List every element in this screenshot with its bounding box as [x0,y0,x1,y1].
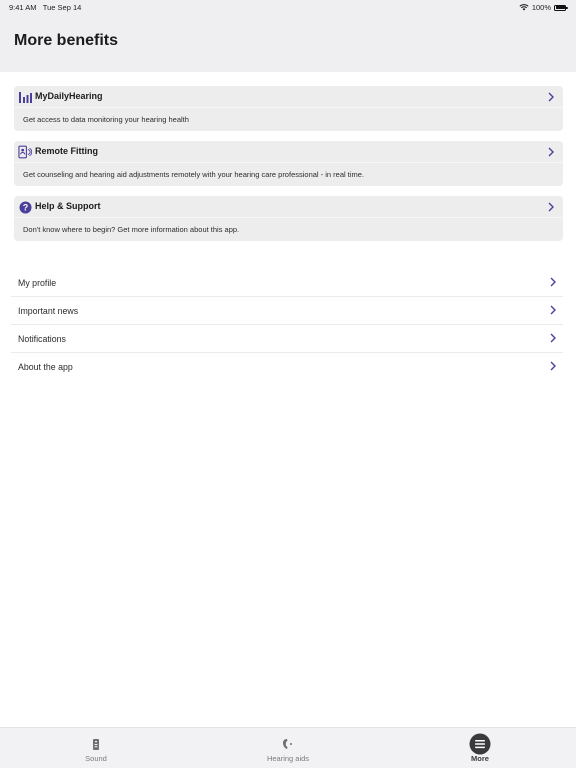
card-title: Remote Fitting [35,146,98,156]
tab-label: Sound [85,754,107,763]
menu-item-label: Important news [18,306,79,316]
tab-hearing-aids[interactable]: Hearing aids [248,728,328,768]
card-header: Remote Fitting [14,141,563,163]
tab-label: Hearing aids [266,754,310,763]
card-description: Get access to data monitoring your heari… [23,115,189,124]
benefit-cards: MyDailyHearing Get access to data monito… [14,86,563,251]
menu-item-label: Notifications [18,334,66,344]
battery-percent: 100% [531,3,551,12]
card-header: MyDailyHearing [14,86,563,108]
chevron-right-icon [548,92,554,102]
menu-item-label: My profile [18,278,57,288]
status-time: 9:41 AM Tue Sep 14 [9,3,82,12]
status-right: 100% [519,3,568,12]
tab-bar: Sound Hearing aids More [0,727,576,768]
menu-item-label: About the app [18,362,73,372]
remote-control-icon [85,733,107,755]
card-help-support[interactable]: ? Help & Support Don't know where to beg… [14,196,563,241]
tab-sound[interactable]: Sound [56,728,136,768]
chevron-right-icon [550,305,556,315]
card-mydailyhearing[interactable]: MyDailyHearing Get access to data monito… [14,86,563,131]
card-title: MyDailyHearing [35,91,103,101]
card-remote-fitting[interactable]: Remote Fitting Get counseling and hearin… [14,141,563,186]
menu-circle-icon [469,733,491,755]
chevron-right-icon [550,361,556,371]
card-header: ? Help & Support [14,196,563,218]
page-title: More benefits [14,32,119,49]
chevron-right-icon [550,277,556,287]
tab-label: More [471,754,489,763]
battery-full-icon [554,4,568,11]
menu-item-about-the-app[interactable]: About the app [11,353,563,381]
card-description: Don't know where to begin? Get more info… [23,225,240,234]
card-description: Get counseling and hearing aid adjustmen… [23,170,365,179]
chevron-right-icon [548,147,554,157]
chevron-right-icon [550,333,556,343]
status-date: Tue Sep 14 [42,3,82,12]
bar-chart-icon [18,90,32,104]
card-title: Help & Support [35,201,101,211]
tab-more[interactable]: More [440,728,520,768]
settings-menu: My profile Important news Notifications … [11,269,563,381]
menu-item-important-news[interactable]: Important news [11,297,563,325]
chevron-right-icon [548,202,554,212]
menu-item-notifications[interactable]: Notifications [11,325,563,353]
svg-text:?: ? [22,202,28,212]
remote-device-icon [18,145,32,159]
status-bar: 9:41 AM Tue Sep 14 100% [0,0,576,14]
menu-item-my-profile[interactable]: My profile [11,269,563,297]
hearing-aid-icon [277,733,299,755]
wifi-icon [519,4,529,11]
question-circle-icon: ? [18,200,32,214]
